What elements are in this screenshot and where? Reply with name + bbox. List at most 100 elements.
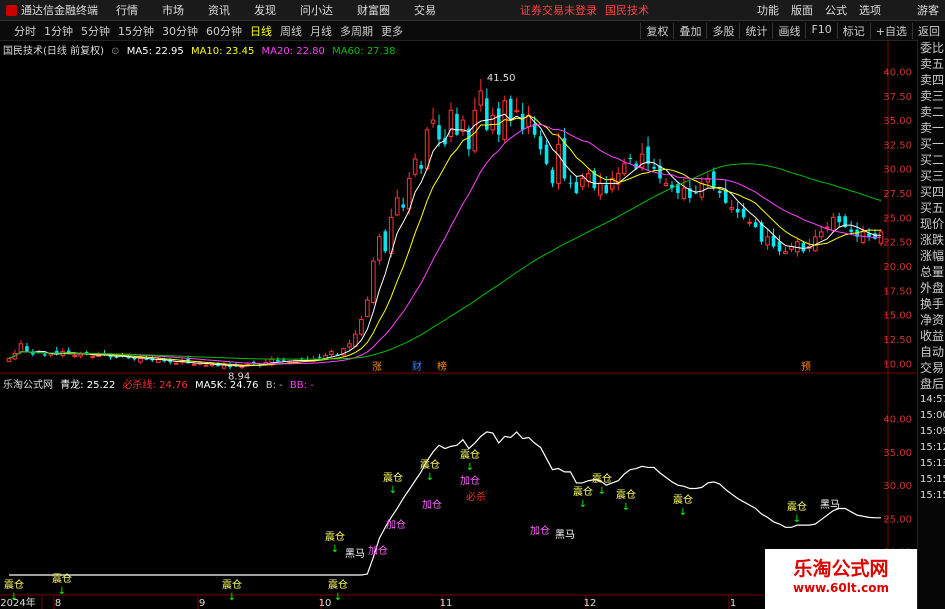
- side-label[interactable]: 盘后: [918, 376, 945, 392]
- side-label[interactable]: 卖四: [918, 72, 945, 88]
- menu-trade[interactable]: 交易: [402, 2, 448, 18]
- btn-f10[interactable]: F10: [805, 22, 836, 39]
- period-5min[interactable]: 5分钟: [77, 23, 114, 39]
- side-label[interactable]: 买一: [918, 136, 945, 152]
- period-1min[interactable]: 1分钟: [40, 23, 77, 39]
- period-timeshare[interactable]: 分时: [10, 23, 40, 39]
- btn-multistock[interactable]: 多股: [706, 22, 739, 39]
- period-30min[interactable]: 30分钟: [158, 23, 202, 39]
- side-label[interactable]: 15:09: [918, 424, 945, 440]
- signal-label: 震仓: [460, 448, 480, 461]
- side-label[interactable]: 交易: [918, 360, 945, 376]
- btn-add-watch[interactable]: +自选: [869, 22, 912, 39]
- menu-options[interactable]: 选项: [853, 2, 887, 18]
- side-label[interactable]: 买三: [918, 168, 945, 184]
- btn-adjust[interactable]: 复权: [640, 22, 673, 39]
- candle-body: [490, 114, 496, 131]
- side-label[interactable]: 涨幅: [918, 248, 945, 264]
- menu-quotes[interactable]: 行情: [104, 2, 150, 18]
- side-label[interactable]: 15:13: [918, 456, 945, 472]
- candle-body: [18, 343, 24, 353]
- arrow-down-icon: ↓: [426, 472, 434, 483]
- ma60-line: [8, 163, 882, 360]
- candle-body: [412, 158, 418, 175]
- side-label[interactable]: 15:00: [918, 408, 945, 424]
- menu-bar: 通达信金融终端 行情 市场 资讯 发现 问小达 财富圈 交易 证券交易未登录 国…: [0, 0, 945, 21]
- side-label[interactable]: 15:12: [918, 440, 945, 456]
- side-label[interactable]: 买五: [918, 200, 945, 216]
- login-notice[interactable]: 证券交易未登录: [508, 2, 601, 18]
- menu-wealth[interactable]: 财富圈: [345, 2, 402, 18]
- candle-body: [621, 163, 627, 175]
- candle-body: [371, 260, 376, 303]
- side-label[interactable]: 14:57: [918, 392, 945, 408]
- side-label[interactable]: 涨跌: [918, 232, 945, 248]
- candle-body: [329, 351, 334, 355]
- side-label[interactable]: 卖五: [918, 56, 945, 72]
- side-label[interactable]: 现价: [918, 216, 945, 232]
- candle-body: [25, 346, 29, 352]
- signal-label: 加仓: [368, 544, 388, 557]
- btn-back[interactable]: 返回: [912, 22, 945, 39]
- menu-layout[interactable]: 版面: [785, 2, 819, 18]
- menu-discover[interactable]: 发现: [242, 2, 288, 18]
- price-tick-label: 40.00: [883, 67, 912, 78]
- signal-label: 必杀: [466, 490, 486, 503]
- btn-stats[interactable]: 统计: [739, 22, 772, 39]
- side-label[interactable]: 卖三: [918, 88, 945, 104]
- period-monthly[interactable]: 月线: [306, 23, 336, 39]
- side-label[interactable]: 净资: [918, 312, 945, 328]
- arrow-down-icon: ↓: [598, 486, 606, 497]
- candle-body: [138, 357, 143, 363]
- side-label[interactable]: 15:15: [918, 488, 945, 504]
- menu-market[interactable]: 市场: [150, 2, 196, 18]
- side-label[interactable]: 收益: [918, 328, 945, 344]
- candle-body: [401, 204, 405, 208]
- period-weekly[interactable]: 周线: [276, 23, 306, 39]
- period-15min[interactable]: 15分钟: [114, 23, 158, 39]
- signal-label: 震仓: [383, 471, 403, 484]
- side-label[interactable]: 外盘: [918, 280, 945, 296]
- signal-label: 震仓: [673, 493, 693, 506]
- arrow-down-icon: ↓: [389, 485, 397, 496]
- candle-body: [652, 166, 656, 169]
- btn-draw[interactable]: 画线: [772, 22, 805, 39]
- signal-label: 震仓: [52, 572, 72, 585]
- candle-body: [818, 231, 824, 238]
- ma20-line: [8, 123, 882, 365]
- arrow-down-icon: ↓: [466, 462, 474, 473]
- arrow-down-icon: ↓: [679, 507, 687, 518]
- watermark-url: www.60lt.com: [792, 581, 890, 595]
- period-60min[interactable]: 60分钟: [202, 23, 246, 39]
- candle-body: [448, 109, 454, 138]
- side-label[interactable]: 15:15: [918, 472, 945, 488]
- period-daily[interactable]: 日线: [246, 23, 276, 39]
- period-multi[interactable]: 多周期: [336, 23, 377, 39]
- menu-news[interactable]: 资讯: [196, 2, 242, 18]
- signal-label: 震仓: [616, 488, 636, 501]
- menu-formula[interactable]: 公式: [819, 2, 853, 18]
- kline-chart[interactable]: 40.00 37.50 35.00 32.50 30.00 27.50 25.00 22.50…: [0, 40, 917, 609]
- btn-mark[interactable]: 标记: [836, 22, 870, 39]
- side-label[interactable]: 买四: [918, 184, 945, 200]
- user-guest[interactable]: 游客: [911, 2, 945, 18]
- event-marker: 预: [801, 361, 811, 373]
- side-label[interactable]: 买二: [918, 152, 945, 168]
- candle-body: [365, 299, 370, 318]
- side-label[interactable]: 换手: [918, 296, 945, 312]
- candle-body: [849, 229, 853, 232]
- candle-body: [580, 177, 585, 187]
- candle-body: [317, 356, 322, 358]
- candle-body: [729, 207, 734, 210]
- side-label[interactable]: 卖二: [918, 104, 945, 120]
- arrow-down-icon: ↓: [334, 592, 342, 603]
- side-label[interactable]: 委比: [918, 40, 945, 56]
- menu-ask[interactable]: 问小达: [288, 2, 345, 18]
- side-label[interactable]: 自动: [918, 344, 945, 360]
- side-label[interactable]: 总量: [918, 264, 945, 280]
- period-more[interactable]: 更多: [377, 23, 407, 39]
- side-label[interactable]: 卖一: [918, 120, 945, 136]
- btn-overlay[interactable]: 叠加: [673, 22, 706, 39]
- menu-function[interactable]: 功能: [751, 2, 785, 18]
- stock-name: 国民技术: [605, 4, 649, 17]
